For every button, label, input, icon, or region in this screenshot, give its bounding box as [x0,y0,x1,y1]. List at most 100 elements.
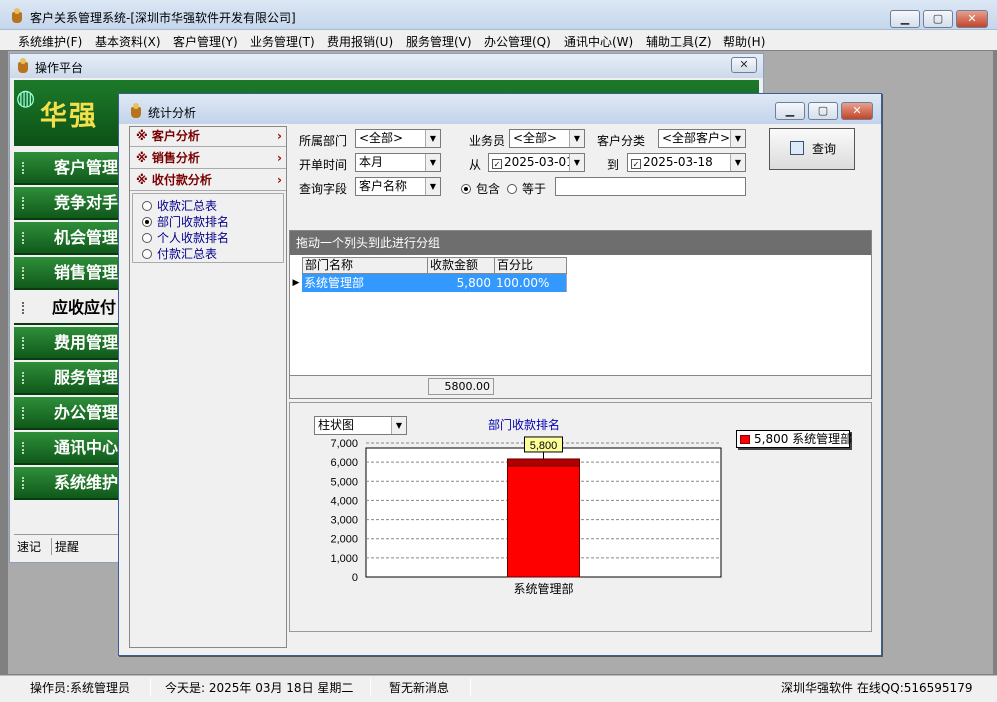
y-tick-label: 7,000 [330,438,358,450]
query-label: 查询 [812,142,837,156]
col-amount[interactable]: 收款金额 [427,257,495,274]
cell-amount[interactable]: 5,800 [427,274,495,292]
chevron-right-icon: › [277,173,282,187]
checkbox-icon[interactable]: ✓ [631,159,641,169]
menu-business[interactable]: 业务管理(T) [250,33,315,50]
status-bar: 操作员:系统管理员 今天是: 2025年 03月 18日 星期二 暂无新消息 深… [0,675,997,702]
cat-sales[interactable]: ※ 销售分析 › [130,149,286,169]
y-tick-label: 5,000 [330,476,358,488]
dropdown-arrow-icon: ▼ [425,154,440,171]
nav-receivable[interactable]: 应收应付 [14,292,122,325]
stats-close-button[interactable]: ✕ [841,102,873,120]
nav-opportunity[interactable]: 机会管理 [14,222,122,255]
stats-window: 统计分析 ▁ ▢ ✕ ※ 客户分析 › ※ 销售分析 › ※ 收付款分析 › 收款汇总… [118,93,882,656]
radio-label: 部门收款排名 [157,215,230,229]
status-date: 今天是: 2025年 03月 18日 星期二 [165,681,354,695]
nav-label: 销售管理 [54,263,119,282]
radio-person-ranking[interactable]: 个人收款排名 [142,229,229,246]
field-select[interactable]: 客户名称 ▼ [355,177,441,196]
chevron-right-icon: › [277,129,282,143]
y-tick-label: 3,000 [330,515,358,527]
from-date[interactable]: ✓ 2025-03-01 ▼ [488,153,585,172]
stats-maximize-button[interactable]: ▢ [808,102,838,120]
cat-payment[interactable]: ※ 收付款分析 › [130,171,286,191]
window-title: 客户关系管理系统-[深圳市华强软件开发有限公司] [30,11,296,25]
dropdown-arrow-icon: ▼ [730,130,745,147]
menu-comm[interactable]: 通讯中心(W) [564,33,633,50]
menu-help[interactable]: 帮助(H) [723,33,765,50]
radio-label: 等于 [522,182,547,196]
menu-system[interactable]: 系统维护(F) [18,33,82,50]
custcat-value: <全部客户> [662,131,731,145]
minimize-button[interactable]: ▁ [890,10,920,28]
custcat-select[interactable]: <全部客户> ▼ [658,129,746,148]
col-percent[interactable]: 百分比 [494,257,567,274]
nav-sales[interactable]: 销售管理 [14,257,122,290]
radio-payment-summary[interactable]: 付款汇总表 [142,245,217,262]
search-input[interactable] [555,177,746,196]
cell-percent[interactable]: 100.00% [494,274,567,292]
nav-service[interactable]: 服务管理 [14,362,122,395]
tab-reminder[interactable]: 提醒 [51,538,79,555]
col-dept[interactable]: 部门名称 [302,257,428,274]
status-operator: 操作员:系统管理员 [30,681,131,695]
dropdown-arrow-icon: ▼ [425,130,440,147]
brand-logo: 华强 [40,101,98,132]
quick-tabs: 速记 提醒 [14,534,124,556]
y-tick-label: 2,000 [330,534,358,546]
close-button[interactable]: ✕ [956,10,988,28]
time-select[interactable]: 本月 ▼ [355,153,441,172]
radio-label: 包含 [476,182,501,196]
to-date[interactable]: ✓ 2025-03-18 ▼ [627,153,746,172]
nav-expense[interactable]: 费用管理 [14,327,122,360]
bar-top [507,458,580,467]
nav-label: 办公管理 [54,403,119,422]
nav-office[interactable]: 办公管理 [14,397,122,430]
maximize-button[interactable]: ▢ [923,10,953,28]
nav-comm[interactable]: 通讯中心 [14,432,122,465]
chevron-right-icon: › [277,151,282,165]
menu-tools[interactable]: 辅助工具(Z) [646,33,712,50]
checkbox-icon[interactable]: ✓ [492,159,502,169]
field-value: 客户名称 [359,179,408,193]
dept-value: <全部> [359,131,404,145]
search-icon [790,141,804,155]
salesman-value: <全部> [513,131,558,145]
ops-close-button[interactable]: ✕ [731,57,757,73]
cell-dept[interactable]: 系统管理部 [302,274,428,292]
stats-minimize-button[interactable]: ▁ [775,102,805,120]
radio-label: 付款汇总表 [157,247,218,261]
salesman-label: 业务员 [469,134,506,148]
tab-memo[interactable]: 速记 [17,538,41,555]
total-amount: 5800.00 [428,378,494,395]
dept-select[interactable]: <全部> ▼ [355,129,441,148]
nav-label: 客户管理 [54,158,119,177]
nav-customer[interactable]: 客户管理 [14,152,122,185]
from-value: 2025-03-01 [504,155,574,169]
cat-label: 客户分析 [151,129,200,143]
main-title-bar: 客户关系管理系统-[深圳市华强软件开发有限公司] ▁ ▢ ✕ [0,0,997,30]
to-value: 2025-03-18 [643,155,713,169]
dropdown-arrow-icon: ▼ [425,178,440,195]
radio-receipt-summary[interactable]: 收款汇总表 [142,197,217,214]
radio-contains[interactable]: 包含 [461,180,500,197]
radio-dept-ranking[interactable]: 部门收款排名 [142,213,229,230]
menu-service[interactable]: 服务管理(V) [406,33,472,50]
menu-office[interactable]: 办公管理(Q) [484,33,551,50]
nav-system[interactable]: 系统维护 [14,467,122,500]
y-tick-label: 4,000 [330,495,358,507]
cat-label: 销售分析 [151,151,200,165]
menu-basic[interactable]: 基本资料(X) [95,33,161,50]
salesman-select[interactable]: <全部> ▼ [509,129,585,148]
chart-panel: 柱状图 ▼ 部门收款排名 5,800 系统管理部 0 1,000 2,000 3,000… [289,402,872,632]
globe-icon: ◍ [16,86,36,111]
menu-customer[interactable]: 客户管理(Y) [173,33,238,50]
cat-customer[interactable]: ※ 客户分析 › [130,127,286,147]
time-value: 本月 [359,155,384,169]
menu-expense[interactable]: 费用报销(U) [327,33,393,50]
radio-equals[interactable]: 等于 [507,180,546,197]
nav-competitor[interactable]: 竞争对手 [14,187,122,220]
status-messages: 暂无新消息 [389,681,450,695]
group-by-area[interactable]: 拖动一个列头到此进行分组 [290,231,871,255]
query-button[interactable]: 查询 [769,128,855,170]
